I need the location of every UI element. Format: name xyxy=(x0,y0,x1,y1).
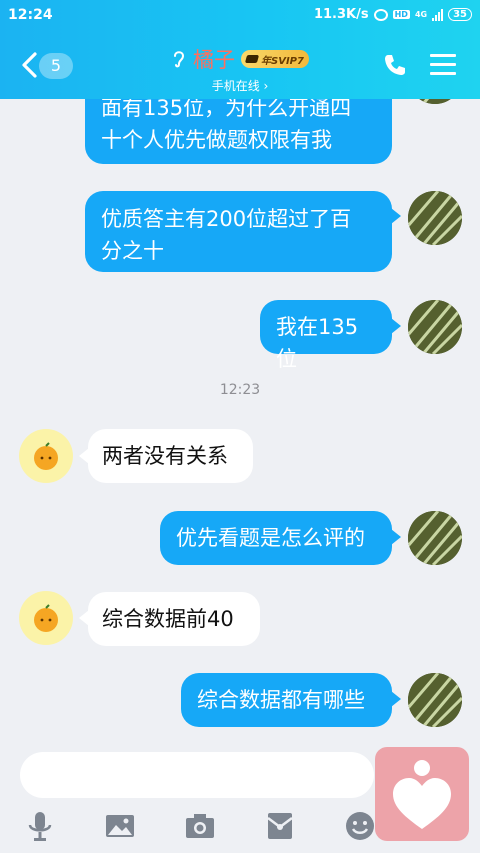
vip-badge: 年SVIP7 xyxy=(241,50,309,68)
chat-title[interactable]: 橘子 年SVIP7 手机在线 › xyxy=(0,44,480,94)
orange-icon xyxy=(34,442,58,470)
bubble-tail xyxy=(391,529,401,545)
bubble-tail xyxy=(391,318,401,334)
status-time: 12:24 xyxy=(8,7,53,23)
vip-crown-icon xyxy=(244,55,260,63)
my-avatar[interactable] xyxy=(408,191,462,245)
message-bubble-outgoing[interactable]: 优质答主有200位超过了百 分之十 xyxy=(85,191,392,272)
emoji-icon[interactable] xyxy=(344,810,376,842)
contact-avatar[interactable] xyxy=(19,591,73,645)
my-avatar[interactable] xyxy=(408,511,462,565)
phone-icon[interactable] xyxy=(382,52,408,78)
contact-avatar[interactable] xyxy=(19,429,73,483)
bubble-tail xyxy=(391,691,401,707)
my-avatar[interactable] xyxy=(408,300,462,354)
my-avatar[interactable] xyxy=(408,673,462,727)
status-bar: 12:24 11.3K/s HD 4G 35 xyxy=(0,0,480,32)
message-bubble-outgoing[interactable]: 我在135位 xyxy=(260,300,392,371)
message-bubble-incoming[interactable]: 综合数据前40 xyxy=(88,592,260,646)
hd-icon: HD xyxy=(392,10,410,19)
message-input[interactable] xyxy=(20,752,374,798)
network-speed: 11.3K/s xyxy=(313,7,369,22)
ear-icon xyxy=(174,51,185,68)
red-packet-icon[interactable] xyxy=(264,810,296,842)
camera-icon[interactable] xyxy=(184,810,216,842)
network-type: 4G xyxy=(414,10,428,19)
message-bubble-outgoing[interactable]: 综合数据都有哪些 xyxy=(181,673,392,727)
menu-icon[interactable] xyxy=(430,54,456,76)
heart-person-icon xyxy=(393,760,451,829)
battery-icon: 35 xyxy=(448,8,472,21)
status-indicators: 11.3K/s HD 4G 35 xyxy=(314,7,472,22)
mic-icon[interactable] xyxy=(24,810,56,842)
bubble-tail xyxy=(391,208,401,224)
message-bubble-outgoing[interactable]: 优先看题是怎么评的 xyxy=(160,511,392,565)
floating-widget[interactable] xyxy=(375,747,469,841)
message-timestamp: 12:23 xyxy=(219,382,261,398)
contact-name: 橘子 xyxy=(193,48,236,72)
image-icon[interactable] xyxy=(104,810,136,842)
orange-icon xyxy=(34,604,58,632)
message-bubble-incoming[interactable]: 两者没有关系 xyxy=(88,429,253,483)
alarm-icon xyxy=(373,8,388,21)
presence-status: 手机在线 › xyxy=(211,79,269,93)
top-bar: 12:24 11.3K/s HD 4G 35 5 橘子 年SVIP7 手机在线 … xyxy=(0,0,480,99)
signal-icon xyxy=(432,8,444,21)
